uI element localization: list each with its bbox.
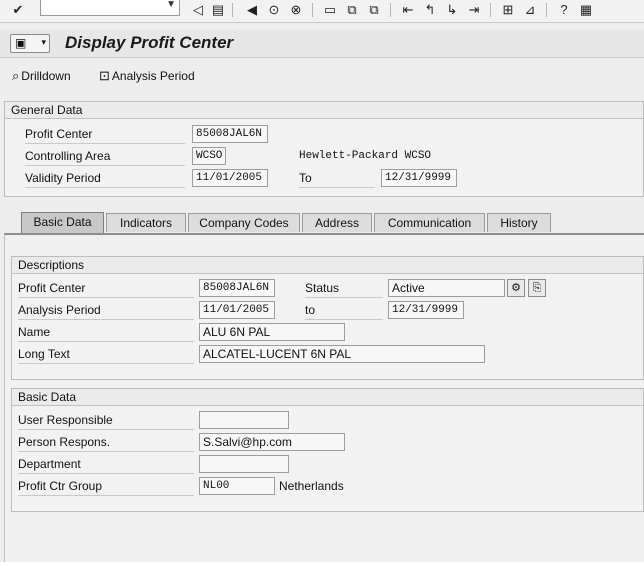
- tab-history[interactable]: History: [487, 213, 551, 232]
- toolbar-separator: [546, 3, 547, 17]
- toolbar-separator: [390, 3, 391, 17]
- tab-company-codes[interactable]: Company Codes: [188, 213, 300, 232]
- drilldown-button[interactable]: ⌕ Drilldown: [12, 68, 71, 84]
- controlling-area-description: Hewlett-Packard WCSO: [299, 150, 432, 162]
- enter-icon[interactable]: ✔: [10, 2, 26, 18]
- drilldown-label: Drilldown: [21, 69, 71, 83]
- toolbar-separator: [232, 3, 233, 17]
- page-title: Display Profit Center: [65, 33, 234, 52]
- tab-address[interactable]: Address: [302, 213, 372, 232]
- toolbar-separator: [312, 3, 313, 17]
- next-page-icon[interactable]: ↳: [444, 2, 460, 18]
- drilldown-icon: ⌕: [12, 68, 20, 83]
- basic-data-header: Basic Data: [12, 389, 643, 406]
- person-responsible-field[interactable]: S.Salvi@hp.com: [199, 433, 345, 451]
- analysis-period-button[interactable]: ⊡ Analysis Period: [99, 68, 195, 84]
- long-text-field[interactable]: ALCATEL-LUCENT 6N PAL: [199, 345, 485, 363]
- back-arrow-icon[interactable]: ◁: [190, 2, 206, 18]
- desc-profit-center-field[interactable]: 85008JAL6N: [199, 279, 275, 297]
- analysis-to-field[interactable]: 12/31/9999: [388, 301, 464, 319]
- status-label: Status: [305, 279, 383, 298]
- cancel-icon[interactable]: ⊗: [288, 2, 304, 18]
- tab-indicators[interactable]: Indicators: [106, 213, 186, 232]
- person-responsible-label: Person Respons.: [18, 433, 194, 452]
- shortcut-icon[interactable]: ⊿: [522, 2, 538, 18]
- tab-communication[interactable]: Communication: [374, 213, 485, 232]
- analysis-period-label: Analysis Period: [111, 69, 195, 83]
- menu-button[interactable]: ▣ ▾: [10, 34, 50, 53]
- analysis-to-label: to: [305, 301, 383, 320]
- status-settings-icon[interactable]: ⚙: [507, 279, 525, 297]
- controlling-area-field[interactable]: WCSO: [192, 147, 226, 165]
- previous-page-icon[interactable]: ↰: [422, 2, 438, 18]
- profit-center-group-description: Netherlands: [279, 479, 344, 493]
- controlling-area-label: Controlling Area: [25, 147, 185, 166]
- desc-profit-center-label: Profit Center: [18, 279, 194, 298]
- analysis-from-field[interactable]: 11/01/2005: [199, 301, 275, 319]
- system-toolbar: ✔ ▼ ◁ ▤ ◀ ⊙ ⊗ ▭ ⧉ ⧉ ⇤ ↰ ↳ ⇥ ⊞ ⊿ ? ▦: [0, 0, 644, 23]
- analysis-period-icon: ⊡: [99, 68, 110, 83]
- user-responsible-field[interactable]: [199, 411, 289, 429]
- profit-center-group-field[interactable]: NL00: [199, 477, 275, 495]
- user-responsible-label: User Responsible: [18, 411, 194, 430]
- department-field[interactable]: [199, 455, 289, 473]
- back-icon[interactable]: ◀: [244, 2, 260, 18]
- exit-icon[interactable]: ⊙: [266, 2, 282, 18]
- first-page-icon[interactable]: ⇤: [400, 2, 416, 18]
- tab-basic-data[interactable]: Basic Data: [21, 212, 104, 233]
- analysis-period-label: Analysis Period: [18, 301, 194, 320]
- validity-period-label: Validity Period: [25, 169, 185, 188]
- profit-center-field[interactable]: 85008JAL6N: [192, 125, 268, 143]
- name-label: Name: [18, 323, 194, 342]
- status-field[interactable]: Active: [388, 279, 505, 297]
- toolbar-separator: [490, 3, 491, 17]
- chevron-down-icon: ▾: [41, 37, 46, 47]
- profit-center-label: Profit Center: [25, 125, 185, 144]
- status-detail-icon[interactable]: ⎘: [528, 279, 546, 297]
- validity-to-label: To: [299, 169, 375, 188]
- command-field[interactable]: ▼: [40, 0, 180, 16]
- save-icon[interactable]: ▤: [210, 2, 226, 18]
- validity-to-field[interactable]: 12/31/9999: [381, 169, 457, 187]
- find-next-icon[interactable]: ⧉: [366, 2, 382, 18]
- menu-icon: ▣: [15, 36, 27, 50]
- validity-from-field[interactable]: 11/01/2005: [192, 169, 268, 187]
- help-icon[interactable]: ?: [556, 2, 572, 18]
- find-icon[interactable]: ⧉: [344, 2, 360, 18]
- profit-center-group-label: Profit Ctr Group: [18, 477, 194, 496]
- new-session-icon[interactable]: ⊞: [500, 2, 516, 18]
- descriptions-header: Descriptions: [12, 257, 643, 274]
- print-icon[interactable]: ▭: [322, 2, 338, 18]
- layout-icon[interactable]: ▦: [578, 2, 594, 18]
- long-text-label: Long Text: [18, 345, 194, 364]
- last-page-icon[interactable]: ⇥: [466, 2, 482, 18]
- name-field[interactable]: ALU 6N PAL: [199, 323, 345, 341]
- general-data-header: General Data: [5, 102, 643, 119]
- department-label: Department: [18, 455, 194, 474]
- command-dropdown-icon[interactable]: ▼: [166, 0, 176, 10]
